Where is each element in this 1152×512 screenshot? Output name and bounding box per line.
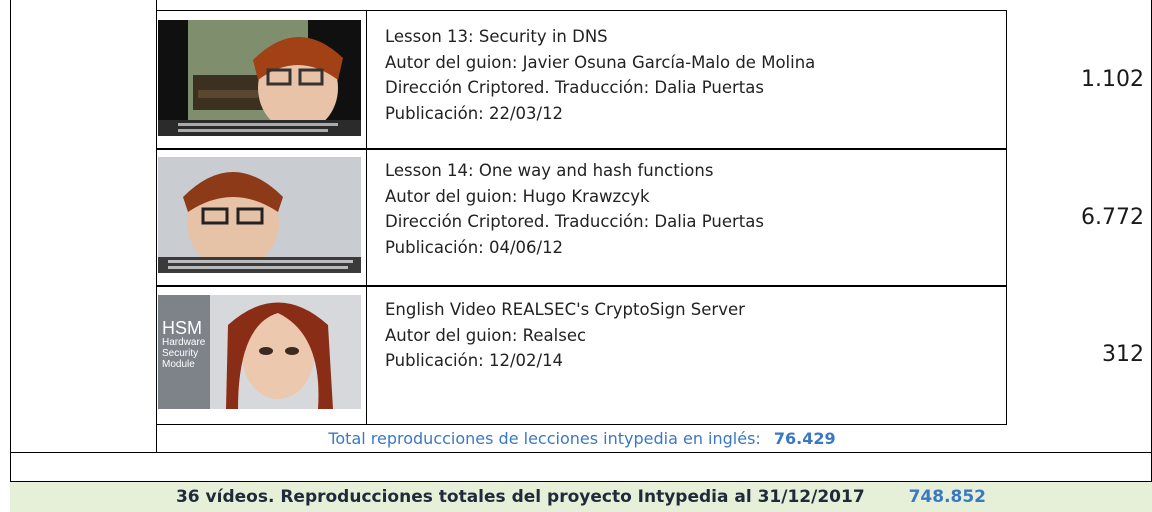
lesson-title: English Video REALSEC's CryptoSign Serve…: [385, 300, 745, 319]
summary-value: 748.852: [908, 487, 987, 507]
hsm-logo-text: HSM Hardware Security Module: [162, 318, 206, 370]
lesson-published: Publicación: 12/02/14: [385, 351, 564, 370]
row-divider: [156, 285, 1007, 287]
lesson-published: Publicación: 04/06/12: [385, 237, 564, 257]
lesson-published: Publicación: 22/03/12: [385, 103, 564, 123]
lesson-direction: Dirección Criptored. Traducción: Dalia P…: [385, 78, 764, 97]
total-english-value: 76.429: [773, 429, 836, 448]
video-thumbnail-lesson-14[interactable]: [158, 157, 361, 273]
lesson-title: Lesson 14: One way and hash functions: [385, 161, 714, 180]
table-left-border: [10, 0, 11, 482]
lesson-author: Autor del guion: Realsec: [385, 325, 587, 345]
row-divider: [156, 148, 1007, 150]
lesson-title: Lesson 13: Security in DNS: [385, 27, 608, 46]
total-english-views: Total reproducciones de lecciones intype…: [157, 425, 1007, 452]
lesson-author: Autor del guion: Javier Osuna García-Mal…: [385, 52, 816, 72]
total-english-label: Total reproducciones de lecciones intype…: [328, 429, 761, 448]
video-thumbnail-realsec[interactable]: HSM Hardware Security Module: [158, 295, 361, 409]
lesson-author: Autor del guion: Hugo Krawzcyk: [385, 186, 650, 206]
row1-top-border: [156, 10, 1007, 11]
lesson-views-count: 6.772: [1081, 205, 1144, 230]
total-row-bottom-border: [10, 452, 1152, 453]
count-col-border: [1006, 10, 1007, 425]
lesson-views-count: 312: [1102, 342, 1144, 367]
lesson-13-info: Lesson 13: Security in DNS Autor del gui…: [385, 24, 815, 126]
summary-label: 36 vídeos. Reproducciones totales del pr…: [175, 487, 865, 507]
inner-col-left-border: [156, 0, 157, 452]
realsec-video-info: English Video REALSEC's CryptoSign Serve…: [385, 297, 745, 374]
video-thumbnail-lesson-13[interactable]: [158, 20, 361, 136]
lesson-views-count: 1.102: [1081, 67, 1144, 92]
lesson-direction: Dirección Criptored. Traducción: Dalia P…: [385, 212, 764, 231]
lesson-14-info: Lesson 14: One way and hash functions Au…: [385, 158, 764, 260]
thumb-col-border: [366, 10, 367, 425]
project-summary: 36 vídeos. Reproducciones totales del pr…: [10, 482, 1152, 512]
